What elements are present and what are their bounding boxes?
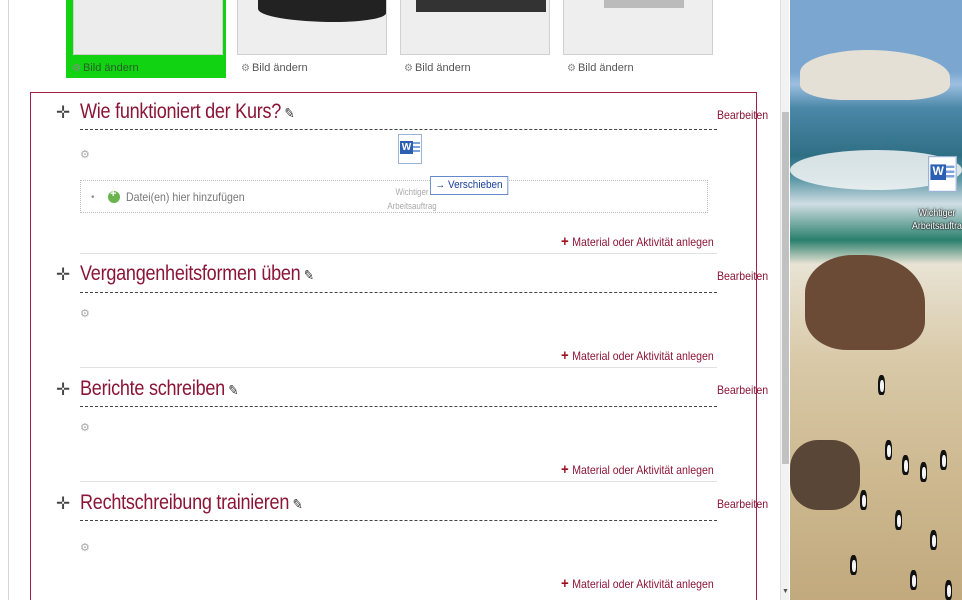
- image-tile-1[interactable]: ⚙ Bild ändern: [66, 0, 226, 78]
- section-title: Vergangenheitsformen üben ✎: [80, 262, 314, 285]
- add-activity-link[interactable]: + Material oder Aktivität anlegen: [561, 575, 714, 592]
- gear-icon: ⚙: [241, 63, 250, 74]
- wallpaper-penguin: [930, 530, 937, 550]
- move-section-icon[interactable]: ✛: [56, 494, 70, 514]
- edit-section-link[interactable]: Bearbeiten: [717, 269, 768, 283]
- gear-icon[interactable]: ⚙: [80, 307, 90, 320]
- section-title-underline: [80, 406, 717, 407]
- plus-icon: +: [561, 575, 569, 592]
- gear-icon[interactable]: ⚙: [80, 541, 90, 554]
- move-section-icon[interactable]: ✛: [56, 103, 70, 123]
- section-title: Wie funktioniert der Kurs? ✎: [80, 100, 295, 123]
- wallpaper-penguin: [885, 440, 892, 460]
- wallpaper-rock: [800, 50, 950, 100]
- section-title-underline: [80, 129, 717, 130]
- course-sections-container: [30, 92, 757, 600]
- section-divider: [80, 253, 717, 254]
- gear-icon: ⚙: [404, 63, 413, 74]
- desktop-wallpaper: [790, 0, 962, 600]
- wallpaper-rock: [805, 255, 925, 350]
- edit-section-link[interactable]: Bearbeiten: [717, 108, 768, 122]
- move-section-icon[interactable]: ✛: [56, 380, 70, 400]
- scroll-down-arrow-icon[interactable]: ▼: [782, 588, 789, 595]
- wallpaper-penguin: [860, 490, 867, 510]
- move-section-icon[interactable]: ✛: [56, 265, 70, 285]
- wallpaper-penguin: [910, 570, 917, 590]
- pencil-icon[interactable]: ✎: [285, 105, 295, 121]
- change-image-link[interactable]: ⚙ Bild ändern: [241, 62, 308, 74]
- wallpaper-penguin: [895, 510, 902, 530]
- image-tile-2[interactable]: ⚙ Bild ändern: [237, 0, 387, 78]
- change-image-link[interactable]: ⚙ Bild ändern: [72, 62, 139, 74]
- desktop-file-caption[interactable]: Wichtiger Arbeitsauftra: [906, 207, 962, 233]
- vertical-scrollbar[interactable]: ▼: [780, 0, 789, 600]
- add-activity-link[interactable]: + Material oder Aktivität anlegen: [561, 347, 714, 364]
- course-page: ⚙ Bild ändern ⚙ Bild ändern ⚙ Bild ändern ⚙…: [0, 0, 962, 600]
- gear-icon: ⚙: [567, 63, 576, 74]
- section-title: Berichte schreiben ✎: [80, 377, 239, 400]
- gear-icon: ⚙: [72, 63, 81, 74]
- word-document-icon[interactable]: W: [928, 156, 959, 194]
- gear-icon[interactable]: ⚙: [80, 421, 90, 434]
- section-title: Rechtschreibung trainieren ✎: [80, 491, 303, 514]
- change-image-link[interactable]: ⚙ Bild ändern: [404, 62, 471, 74]
- pencil-icon[interactable]: ✎: [293, 496, 303, 512]
- wallpaper-penguin: [878, 375, 885, 395]
- wallpaper-penguin: [920, 462, 927, 482]
- image-tile-4[interactable]: ⚙ Bild ändern: [563, 0, 713, 78]
- wallpaper-rock: [790, 440, 860, 510]
- wallpaper-penguin: [945, 580, 952, 600]
- gear-icon[interactable]: ⚙: [80, 148, 90, 161]
- scrollbar-thumb[interactable]: [782, 112, 789, 464]
- section-divider: [80, 367, 717, 368]
- tile-thumbnail: [400, 0, 550, 55]
- move-tooltip: → Verschieben: [430, 176, 508, 195]
- section-title-underline: [80, 292, 717, 293]
- plus-icon: +: [561, 461, 569, 478]
- add-activity-link[interactable]: + Material oder Aktivität anlegen: [561, 233, 714, 250]
- section-title-underline: [80, 520, 717, 521]
- word-document-icon[interactable]: W: [398, 134, 424, 166]
- change-image-link[interactable]: ⚙ Bild ändern: [567, 62, 634, 74]
- add-file-icon: [108, 188, 120, 203]
- plus-icon: +: [561, 233, 569, 250]
- pencil-icon[interactable]: ✎: [304, 267, 314, 283]
- wallpaper-penguin: [902, 455, 909, 475]
- add-activity-link[interactable]: + Material oder Aktivität anlegen: [561, 461, 714, 478]
- tile-thumbnail: [237, 0, 387, 55]
- edit-section-link[interactable]: Bearbeiten: [717, 497, 768, 511]
- tile-thumbnail: [73, 0, 223, 55]
- drop-zone-label: Datei(en) hier hinzufügen: [126, 190, 245, 204]
- wallpaper-penguin: [940, 450, 947, 470]
- list-bullet: •: [91, 192, 95, 203]
- image-tile-3[interactable]: ⚙ Bild ändern: [400, 0, 550, 78]
- plus-icon: +: [561, 347, 569, 364]
- wallpaper-penguin: [850, 555, 857, 575]
- pencil-icon[interactable]: ✎: [228, 382, 238, 398]
- page-left-border: [8, 0, 9, 600]
- section-divider: [80, 481, 717, 482]
- tile-thumbnail: [563, 0, 713, 55]
- edit-section-link[interactable]: Bearbeiten: [717, 383, 768, 397]
